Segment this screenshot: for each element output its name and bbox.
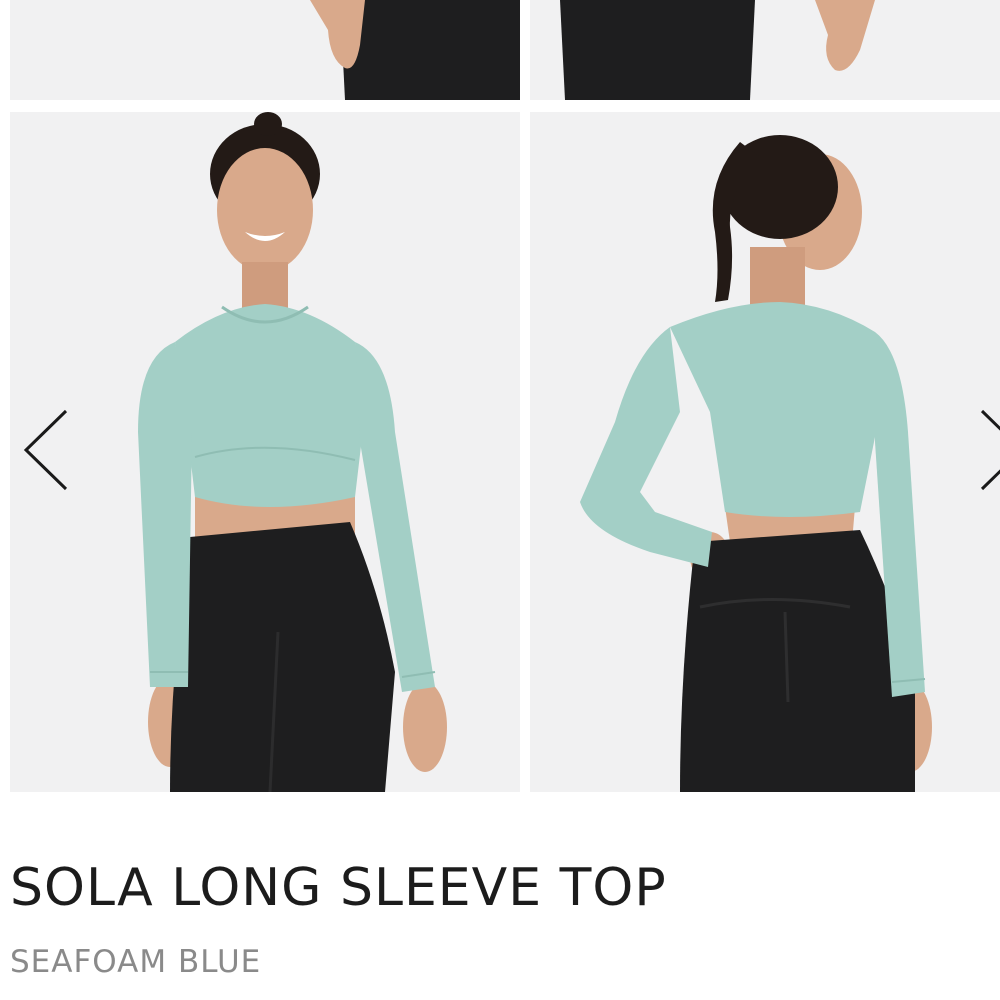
carousel-prev-button[interactable] [18,405,74,495]
product-image-legs-front[interactable] [10,0,520,100]
product-image-front[interactable] [10,112,520,792]
product-color-name: SEAFOAM BLUE [10,944,262,980]
chevron-right-icon [980,409,1000,491]
product-image-back[interactable] [530,112,1000,792]
product-image-legs-back[interactable] [530,0,1000,100]
chevron-left-icon [23,409,68,491]
carousel-next-button[interactable] [976,405,1000,495]
product-title: SOLA LONG SLEEVE TOP [10,858,667,918]
